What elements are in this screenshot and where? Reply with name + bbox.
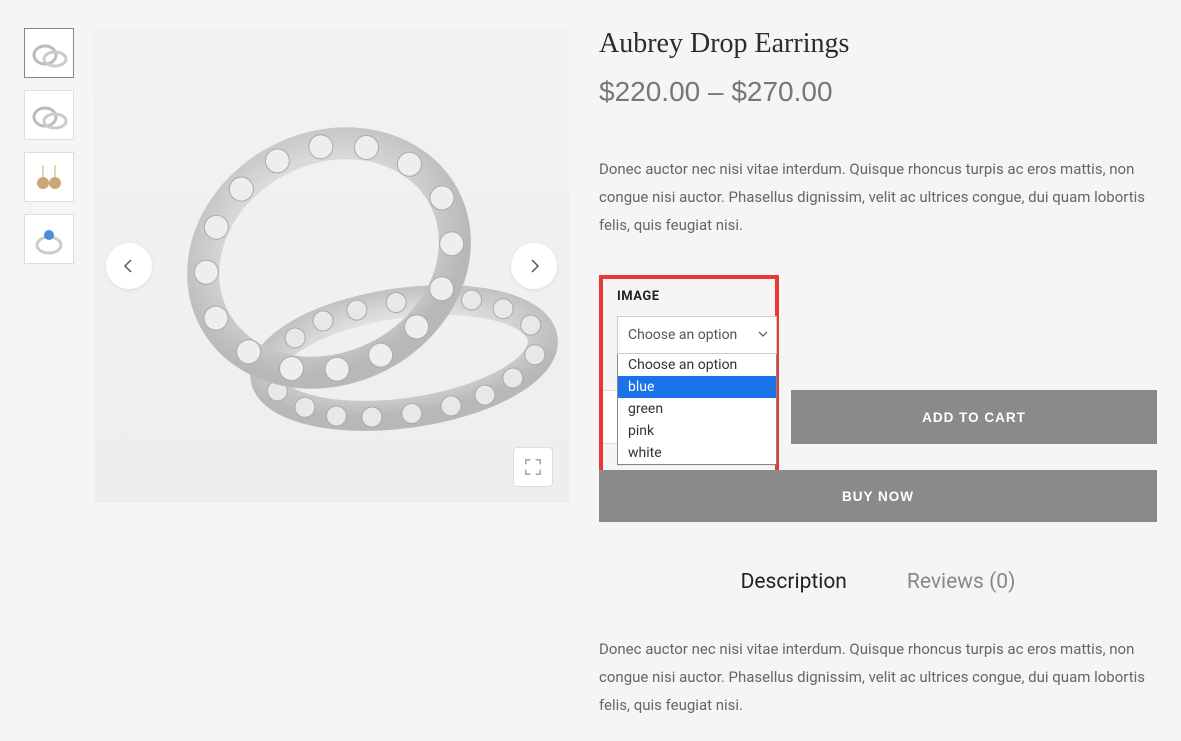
buy-now-button[interactable]: BUY NOW [599, 470, 1157, 522]
variation-label: IMAGE [617, 289, 761, 304]
variation-option-placeholder[interactable]: Choose an option [618, 354, 776, 376]
thumbnail-2[interactable] [24, 90, 74, 140]
variation-option-white[interactable]: white [618, 442, 776, 464]
product-gallery [24, 28, 569, 503]
thumbnail-4[interactable] [24, 214, 74, 264]
variation-option-blue[interactable]: blue [618, 376, 776, 398]
variation-option-pink[interactable]: pink [618, 420, 776, 442]
tab-reviews[interactable]: Reviews (0) [907, 570, 1016, 600]
next-image-button[interactable] [511, 243, 557, 289]
thumbnail-list [24, 28, 74, 503]
tab-description[interactable]: Description [741, 570, 847, 600]
chevron-down-icon [758, 327, 768, 343]
thumbnail-3[interactable] [24, 152, 74, 202]
product-title: Aubrey Drop Earrings [599, 28, 1157, 60]
variation-dropdown: Choose an option blue green pink white [617, 353, 777, 465]
variation-select[interactable]: Choose an option [617, 316, 777, 354]
tab-description-content: Donec auctor nec nisi vitae interdum. Qu… [599, 636, 1157, 719]
main-image [94, 28, 569, 503]
chevron-right-icon [526, 258, 542, 274]
thumbnail-1[interactable] [24, 28, 74, 78]
product-short-description: Donec auctor nec nisi vitae interdum. Qu… [599, 156, 1157, 239]
expand-icon [524, 458, 542, 476]
product-price: $220.00 – $270.00 [599, 76, 1157, 108]
variation-selected-value: Choose an option [628, 327, 737, 343]
zoom-button[interactable] [513, 447, 553, 487]
add-to-cart-button[interactable]: ADD TO CART [791, 390, 1157, 444]
prev-image-button[interactable] [106, 243, 152, 289]
chevron-left-icon [121, 258, 137, 274]
variation-highlight: IMAGE Choose an option Choose an option … [599, 275, 779, 483]
product-tabs: Description Reviews (0) [599, 570, 1157, 600]
variation-option-green[interactable]: green [618, 398, 776, 420]
